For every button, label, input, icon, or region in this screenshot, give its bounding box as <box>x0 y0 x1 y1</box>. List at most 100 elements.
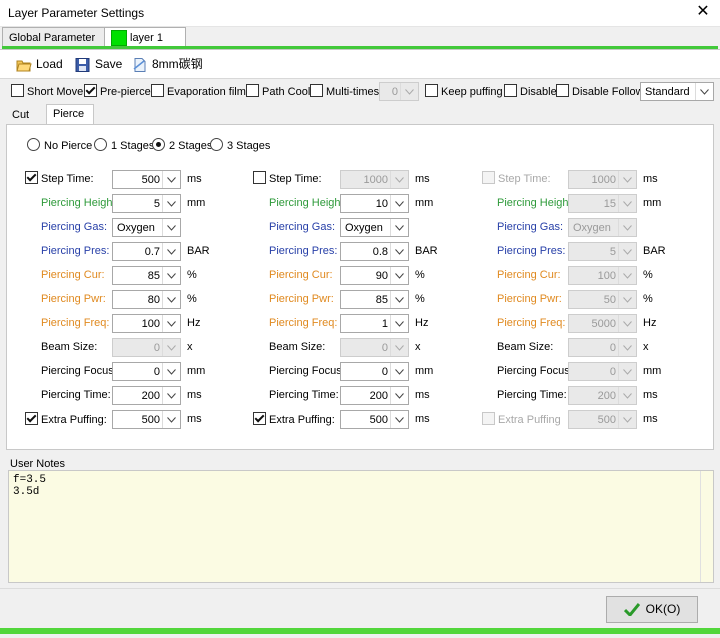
piercing-gas-select-3[interactable]: Oxygen <box>568 218 637 237</box>
checkbox-box[interactable] <box>425 84 438 97</box>
checkbox-box[interactable] <box>310 84 323 97</box>
piercing-height-input-2[interactable]: 10 <box>340 194 409 213</box>
chevron-down-icon <box>390 291 408 308</box>
chevron-down-icon <box>390 411 408 428</box>
path-cool-checkbox[interactable]: Path Cool <box>246 83 310 101</box>
extra-puffing-input-2[interactable]: 500 <box>340 410 409 429</box>
checkbox-box[interactable] <box>482 171 495 184</box>
ok-button[interactable]: OK(O) <box>606 596 698 623</box>
chevron-down-icon <box>390 387 408 404</box>
unit-ms: ms <box>643 413 658 425</box>
load-button[interactable]: Load <box>16 56 63 72</box>
unit-ms: ms <box>187 389 202 401</box>
checkbox-box[interactable] <box>482 412 495 425</box>
step-time-checkbox-3[interactable]: Step Time: <box>482 170 551 189</box>
radio-3-stages[interactable]: 3 Stages <box>210 137 270 156</box>
piercing-cur-input-2[interactable]: 90 <box>340 266 409 285</box>
piercing-time-input-2[interactable]: 200 <box>340 386 409 405</box>
mode-select[interactable]: Standard <box>640 82 714 101</box>
checkbox-box[interactable] <box>253 171 266 184</box>
piercing-freq-input-1[interactable]: 100 <box>112 314 181 333</box>
checkbox-box[interactable] <box>25 412 38 425</box>
unit-ms: ms <box>187 173 202 185</box>
step-time-input-2[interactable]: 1000 <box>340 170 409 189</box>
extra-puffing-label: Extra Puffing: <box>41 414 107 426</box>
load-label: Load <box>36 57 63 71</box>
input-value: 15 <box>603 198 616 210</box>
unit-x: x <box>187 341 193 353</box>
radio-circle[interactable] <box>27 138 40 151</box>
beam-size-input-1[interactable]: 0 <box>112 338 181 357</box>
piercing-height-input-1[interactable]: 5 <box>112 194 181 213</box>
tab-cut[interactable]: Cut <box>6 106 35 124</box>
piercing-pwr-input-2[interactable]: 85 <box>340 290 409 309</box>
piercing-time-input-3[interactable]: 200 <box>568 386 637 405</box>
piercing-pres-input-2[interactable]: 0.8 <box>340 242 409 261</box>
beam-size-input-2[interactable]: 0 <box>340 338 409 357</box>
notes-scrollbar[interactable] <box>700 471 713 582</box>
piercing-pres-input-1[interactable]: 0.7 <box>112 242 181 261</box>
checkbox-box[interactable] <box>246 84 259 97</box>
keep-puffing-checkbox[interactable]: Keep puffing <box>425 83 503 101</box>
disable-checkbox[interactable]: Disable <box>504 83 557 101</box>
radio-no-pierce[interactable]: No Pierce <box>27 137 92 156</box>
user-notes-textarea[interactable]: f=3.5 3.5d <box>8 470 714 583</box>
radio-circle[interactable] <box>210 138 223 151</box>
multi-times-select[interactable]: 0 <box>379 82 419 101</box>
tab-label: layer 1 <box>130 32 164 44</box>
radio-circle[interactable] <box>94 138 107 151</box>
disable-follow-checkbox[interactable]: Disable Follow <box>556 83 644 101</box>
save-button[interactable]: Save <box>75 56 122 72</box>
close-icon[interactable]: ✕ <box>694 3 712 21</box>
piercing-focus-input-1[interactable]: 0 <box>112 362 181 381</box>
status-color-bar <box>0 628 720 634</box>
piercing-height-input-3[interactable]: 15 <box>568 194 637 213</box>
piercing-time-input-1[interactable]: 200 <box>112 386 181 405</box>
checkbox-box[interactable] <box>556 84 569 97</box>
step-time-checkbox-2[interactable]: Step Time: <box>253 170 322 189</box>
preset-button[interactable]: 8mm碳钢 <box>132 56 203 72</box>
checkbox-box[interactable] <box>84 84 97 97</box>
piercing-freq-input-2[interactable]: 1 <box>340 314 409 333</box>
extra-puffing-checkbox-2[interactable]: Extra Puffing: <box>253 411 335 430</box>
piercing-pwr-input-3[interactable]: 50 <box>568 290 637 309</box>
chevron-down-icon <box>162 387 180 404</box>
step-time-checkbox-1[interactable]: Step Time: <box>25 170 94 189</box>
checkbox-box[interactable] <box>151 84 164 97</box>
checkbox-box[interactable] <box>11 84 24 97</box>
checkbox-box[interactable] <box>25 171 38 184</box>
piercing-focus-label: Piercing Focus: <box>41 365 117 377</box>
chevron-down-icon <box>618 291 636 308</box>
evaporation-film-checkbox[interactable]: Evaporation film <box>151 83 246 101</box>
checkbox-box[interactable] <box>253 412 266 425</box>
extra-puffing-checkbox-1[interactable]: Extra Puffing: <box>25 411 107 430</box>
radio-1-stages[interactable]: 1 Stages <box>94 137 154 156</box>
piercing-freq-input-3[interactable]: 5000 <box>568 314 637 333</box>
piercing-focus-input-2[interactable]: 0 <box>340 362 409 381</box>
radio-circle[interactable] <box>152 138 165 151</box>
radio-2-stages[interactable]: 2 Stages <box>152 137 212 156</box>
input-value: 0 <box>381 342 388 354</box>
step-time-input-3[interactable]: 1000 <box>568 170 637 189</box>
extra-puffing-checkbox-3[interactable]: Extra Puffing <box>482 411 561 430</box>
checkbox-box[interactable] <box>504 84 517 97</box>
pre-pierce-checkbox[interactable]: Pre-pierce <box>84 83 151 101</box>
piercing-gas-select-2[interactable]: Oxygen <box>340 218 409 237</box>
piercing-focus-input-3[interactable]: 0 <box>568 362 637 381</box>
beam-size-input-3[interactable]: 0 <box>568 338 637 357</box>
short-move-checkbox[interactable]: Short Move <box>11 83 83 101</box>
extra-puffing-label: Extra Puffing: <box>269 414 335 426</box>
piercing-pwr-input-1[interactable]: 80 <box>112 290 181 309</box>
piercing-gas-select-1[interactable]: Oxygen <box>112 218 181 237</box>
chevron-down-icon <box>618 339 636 356</box>
piercing-cur-input-1[interactable]: 85 <box>112 266 181 285</box>
extra-puffing-input-1[interactable]: 500 <box>112 410 181 429</box>
piercing-cur-input-3[interactable]: 100 <box>568 266 637 285</box>
chevron-down-icon <box>390 171 408 188</box>
piercing-pres-input-3[interactable]: 5 <box>568 242 637 261</box>
step-time-input-1[interactable]: 500 <box>112 170 181 189</box>
extra-puffing-input-3[interactable]: 500 <box>568 410 637 429</box>
tab-pierce[interactable]: Pierce <box>46 104 94 125</box>
radio-label: 1 Stages <box>111 140 155 152</box>
multi-times-checkbox[interactable]: Multi-times <box>310 83 379 101</box>
